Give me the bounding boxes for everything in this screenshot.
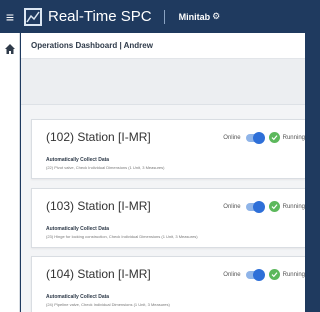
station-name: (102) Station [I-MR] [46,130,151,144]
top-navigation-bar: ≡ Real-Time SPC Minitab ⚙ [0,0,305,33]
title-divider [163,9,165,24]
brand-name: Minitab [178,11,211,22]
app-window: ≡ Real-Time SPC Minitab ⚙ Operations Das… [0,0,305,312]
breadcrumb-bar: Operations Dashboard | Andrew [21,33,305,59]
running-status-label: Running [282,134,305,141]
app-title: Real-Time SPC [48,8,152,25]
collect-data-title: Automatically Collect Data [46,226,110,232]
breadcrumb: Operations Dashboard | Andrew [31,41,153,50]
station-card[interactable]: (102) Station [I-MR] Online Running Auto… [31,119,305,179]
check-circle-icon [268,201,280,212]
station-name: (103) Station [I-MR] [46,199,151,213]
collect-data-description: (22) Pivot valve, Check Individual Dimen… [46,165,165,170]
collect-data-description: (24) Pipeline valve, Check Individual Di… [46,302,170,307]
running-status-label: Running [282,203,305,210]
station-card[interactable]: (104) Station [I-MR] Online Running Auto… [31,256,305,312]
left-navigation-rail [0,33,20,312]
check-circle-icon [268,269,280,280]
check-circle-icon [268,132,280,143]
hamburger-menu-icon[interactable]: ≡ [0,0,20,33]
collect-data-description: (23) Hinge for locking construction, Che… [46,234,198,239]
online-toggle[interactable] [245,268,265,281]
running-status-label: Running [282,271,305,278]
station-status-area: Online Running [223,131,305,144]
online-toggle[interactable] [245,200,265,213]
toggle-knob [252,268,265,281]
collect-data-title: Automatically Collect Data [46,157,110,163]
station-status-area: Online Running [223,268,305,281]
online-toggle[interactable] [245,131,265,144]
station-card[interactable]: (103) Station [I-MR] Online Running Auto… [31,188,305,248]
dashboard-toolbar-area [21,59,305,105]
brand-logo-icon: ⚙ [212,11,221,21]
main-content: Operations Dashboard | Andrew (102) Stat… [21,33,305,312]
station-name: (104) Station [I-MR] [46,267,151,281]
home-icon[interactable] [4,43,16,55]
online-label: Online [223,203,241,210]
toggle-knob [252,200,265,213]
collect-data-title: Automatically Collect Data [46,294,110,300]
online-label: Online [223,271,241,278]
app-logo-icon [24,7,42,26]
station-status-area: Online Running [223,200,305,213]
online-label: Online [223,134,241,141]
toggle-knob [252,131,265,144]
